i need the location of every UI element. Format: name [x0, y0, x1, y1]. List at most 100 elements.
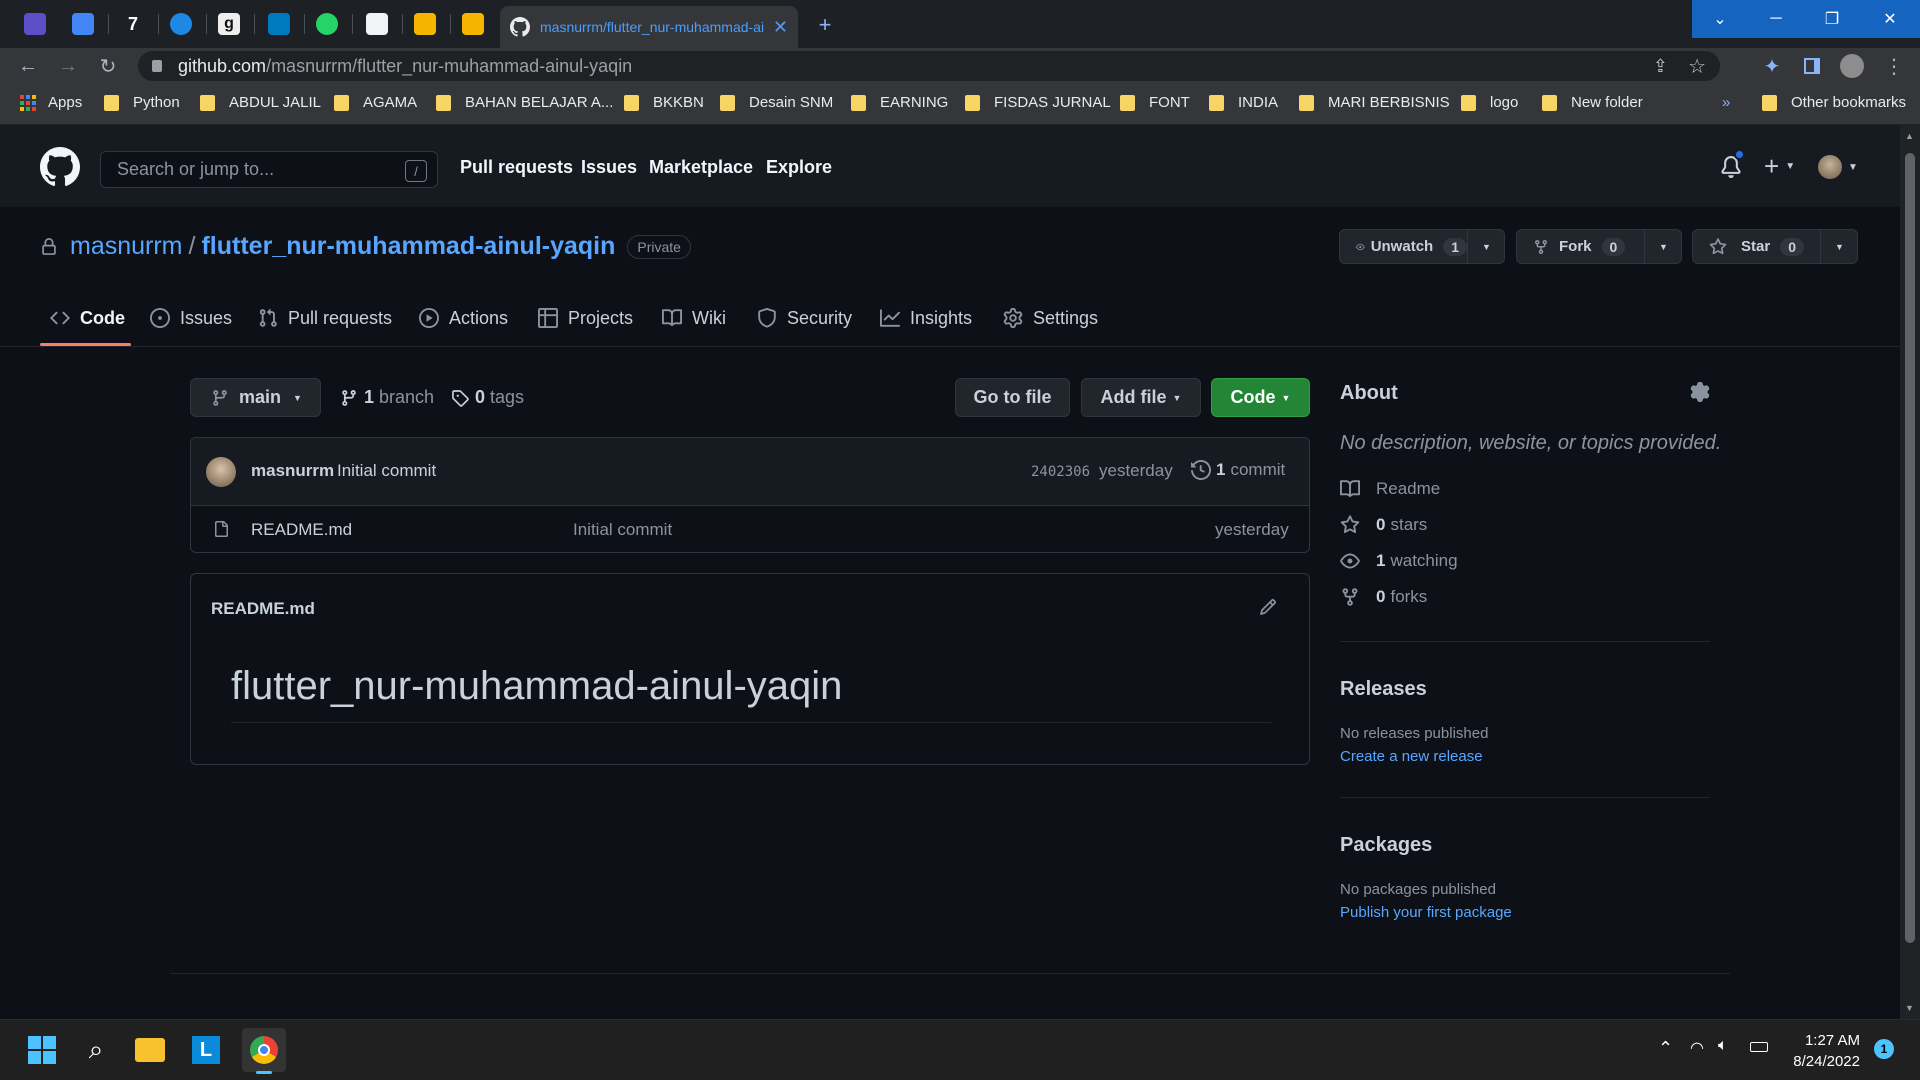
bookmark-folder[interactable]: EARNING: [851, 94, 948, 111]
notification-badge[interactable]: 1: [1874, 1039, 1894, 1059]
bookmarks-overflow-button[interactable]: »: [1722, 94, 1730, 111]
reload-button[interactable]: ↻: [94, 52, 122, 80]
extensions-button[interactable]: ✦: [1758, 52, 1786, 80]
fork-button[interactable]: Fork 0 ▼: [1516, 229, 1682, 264]
taskbar-app-l[interactable]: L: [188, 1032, 224, 1068]
bookmark-folder[interactable]: Python: [104, 94, 180, 111]
taskbar-file-explorer[interactable]: [132, 1032, 168, 1068]
side-panel-button[interactable]: [1798, 52, 1826, 80]
forward-button[interactable]: →: [54, 52, 82, 80]
caret-down-icon[interactable]: ▼: [1659, 242, 1668, 252]
table-row[interactable]: README.md Initial commit yesterday: [191, 506, 1309, 552]
profile-button[interactable]: [1838, 52, 1866, 80]
stars-link[interactable]: 0 stars: [1340, 515, 1427, 535]
tab-actions[interactable]: Actions: [419, 306, 508, 330]
tab-issues[interactable]: Issues: [150, 306, 232, 330]
repo-name-link[interactable]: flutter_nur-muhammad-ainul-yaqin: [201, 232, 615, 261]
user-menu-button[interactable]: ▼: [1818, 155, 1858, 179]
bookmark-folder[interactable]: BKKBN: [624, 94, 704, 111]
page-scrollbar[interactable]: ▲ ▼: [1900, 125, 1920, 1019]
go-to-file-button[interactable]: Go to file: [955, 378, 1070, 417]
pinned-tab-slides[interactable]: [410, 9, 440, 39]
nav-explore[interactable]: Explore: [766, 157, 832, 178]
tab-security[interactable]: Security: [757, 306, 852, 330]
bookmark-folder[interactable]: New folder: [1542, 94, 1643, 111]
battery-icon[interactable]: [1750, 1042, 1768, 1052]
start-button[interactable]: [24, 1032, 60, 1068]
caret-down-icon[interactable]: ▼: [1482, 242, 1491, 252]
bookmark-folder[interactable]: logo: [1461, 94, 1518, 111]
file-name[interactable]: README.md: [251, 520, 352, 540]
back-button[interactable]: ←: [14, 52, 42, 80]
tab-insights[interactable]: Insights: [880, 306, 972, 330]
unwatch-button[interactable]: Unwatch 1 ▼: [1339, 229, 1505, 264]
bookmark-apps[interactable]: Apps: [20, 94, 82, 111]
pinned-tab-cloud[interactable]: [166, 9, 196, 39]
pinned-tab-g[interactable]: g: [214, 9, 244, 39]
tags-link[interactable]: 0 tags: [451, 387, 524, 408]
avatar[interactable]: [206, 457, 236, 487]
branch-select[interactable]: main ▼: [190, 378, 321, 417]
taskbar-chrome[interactable]: [242, 1028, 286, 1074]
other-bookmarks[interactable]: Other bookmarks: [1762, 94, 1906, 111]
bookmark-folder[interactable]: ABDUL JALIL: [200, 94, 321, 111]
scroll-down-icon[interactable]: ▼: [1905, 1003, 1914, 1013]
taskbar-search-button[interactable]: ⌕: [78, 1032, 114, 1068]
publish-package-link[interactable]: Publish your first package: [1340, 904, 1512, 921]
wifi-icon[interactable]: ◠: [1690, 1038, 1704, 1058]
tab-projects[interactable]: Projects: [538, 306, 633, 330]
search-input[interactable]: Search or jump to... /: [100, 151, 438, 188]
notifications-button[interactable]: [1720, 149, 1745, 179]
commit-message[interactable]: Initial commit: [337, 461, 436, 481]
share-icon[interactable]: ⇪: [1653, 56, 1668, 77]
address-bar[interactable]: github.com/masnurrm/flutter_nur-muhammad…: [138, 51, 1720, 81]
scroll-up-icon[interactable]: ▲: [1905, 131, 1914, 141]
tab-pull-requests[interactable]: Pull requests: [258, 306, 392, 330]
bookmark-star-icon[interactable]: ☆: [1688, 54, 1706, 79]
nav-pull-requests[interactable]: Pull requests: [460, 157, 573, 178]
pinned-tab-slides-2[interactable]: [458, 9, 488, 39]
create-new-button[interactable]: + ▼: [1764, 151, 1795, 182]
pencil-icon[interactable]: [1259, 598, 1277, 616]
pinned-tab-trello[interactable]: [264, 9, 294, 39]
github-logo-icon[interactable]: [40, 147, 80, 187]
readme-filename[interactable]: README.md: [211, 599, 315, 619]
tab-code[interactable]: Code: [50, 306, 125, 330]
bookmark-folder[interactable]: BAHAN BELAJAR A...: [436, 94, 613, 111]
add-file-button[interactable]: Add file ▼: [1081, 378, 1201, 417]
active-tab[interactable]: masnurrm/flutter_nur-muhammad-ainul-yaqi…: [500, 6, 798, 48]
scrollbar-thumb[interactable]: [1905, 153, 1915, 943]
minimize-button[interactable]: ─: [1748, 0, 1804, 38]
caret-down-icon[interactable]: ▼: [1835, 242, 1844, 252]
pinned-tab-list-app[interactable]: [20, 9, 50, 39]
tab-wiki[interactable]: Wiki: [662, 306, 726, 330]
close-tab-icon[interactable]: ✕: [773, 17, 788, 38]
create-release-link[interactable]: Create a new release: [1340, 748, 1483, 765]
nav-marketplace[interactable]: Marketplace: [649, 157, 753, 178]
file-commit-message[interactable]: Initial commit: [573, 520, 672, 540]
watching-link[interactable]: 1 watching: [1340, 551, 1458, 571]
repo-owner-link[interactable]: masnurrm: [70, 232, 183, 261]
tab-settings[interactable]: Settings: [1003, 306, 1098, 330]
pinned-tab-chart[interactable]: [362, 9, 392, 39]
code-download-button[interactable]: Code ▼: [1211, 378, 1310, 417]
bookmark-folder[interactable]: FONT: [1120, 94, 1190, 111]
tab-search-button[interactable]: ⌄: [1692, 0, 1748, 38]
readme-link[interactable]: Readme: [1340, 479, 1440, 499]
star-button[interactable]: Star 0 ▼: [1692, 229, 1858, 264]
commit-history-link[interactable]: 1 commit: [1191, 460, 1285, 480]
new-tab-button[interactable]: +: [810, 10, 840, 40]
branches-link[interactable]: 1 branch: [340, 387, 434, 408]
pinned-tab-seven[interactable]: 7: [118, 9, 148, 39]
gear-icon[interactable]: [1690, 382, 1710, 402]
bookmark-folder[interactable]: AGAMA: [334, 94, 417, 111]
releases-title[interactable]: Releases: [1340, 678, 1427, 701]
bookmark-folder[interactable]: INDIA: [1209, 94, 1278, 111]
taskbar-clock[interactable]: 1:27 AM 8/24/2022: [1784, 1030, 1860, 1072]
commit-hash[interactable]: 2402306: [1031, 464, 1090, 480]
commit-author[interactable]: masnurrm: [251, 461, 334, 481]
pinned-tab-docs[interactable]: [68, 9, 98, 39]
volume-icon[interactable]: 🔈︎: [1718, 1037, 1728, 1055]
forks-link[interactable]: 0 forks: [1340, 587, 1427, 607]
chrome-menu-button[interactable]: ⋮: [1880, 52, 1908, 80]
